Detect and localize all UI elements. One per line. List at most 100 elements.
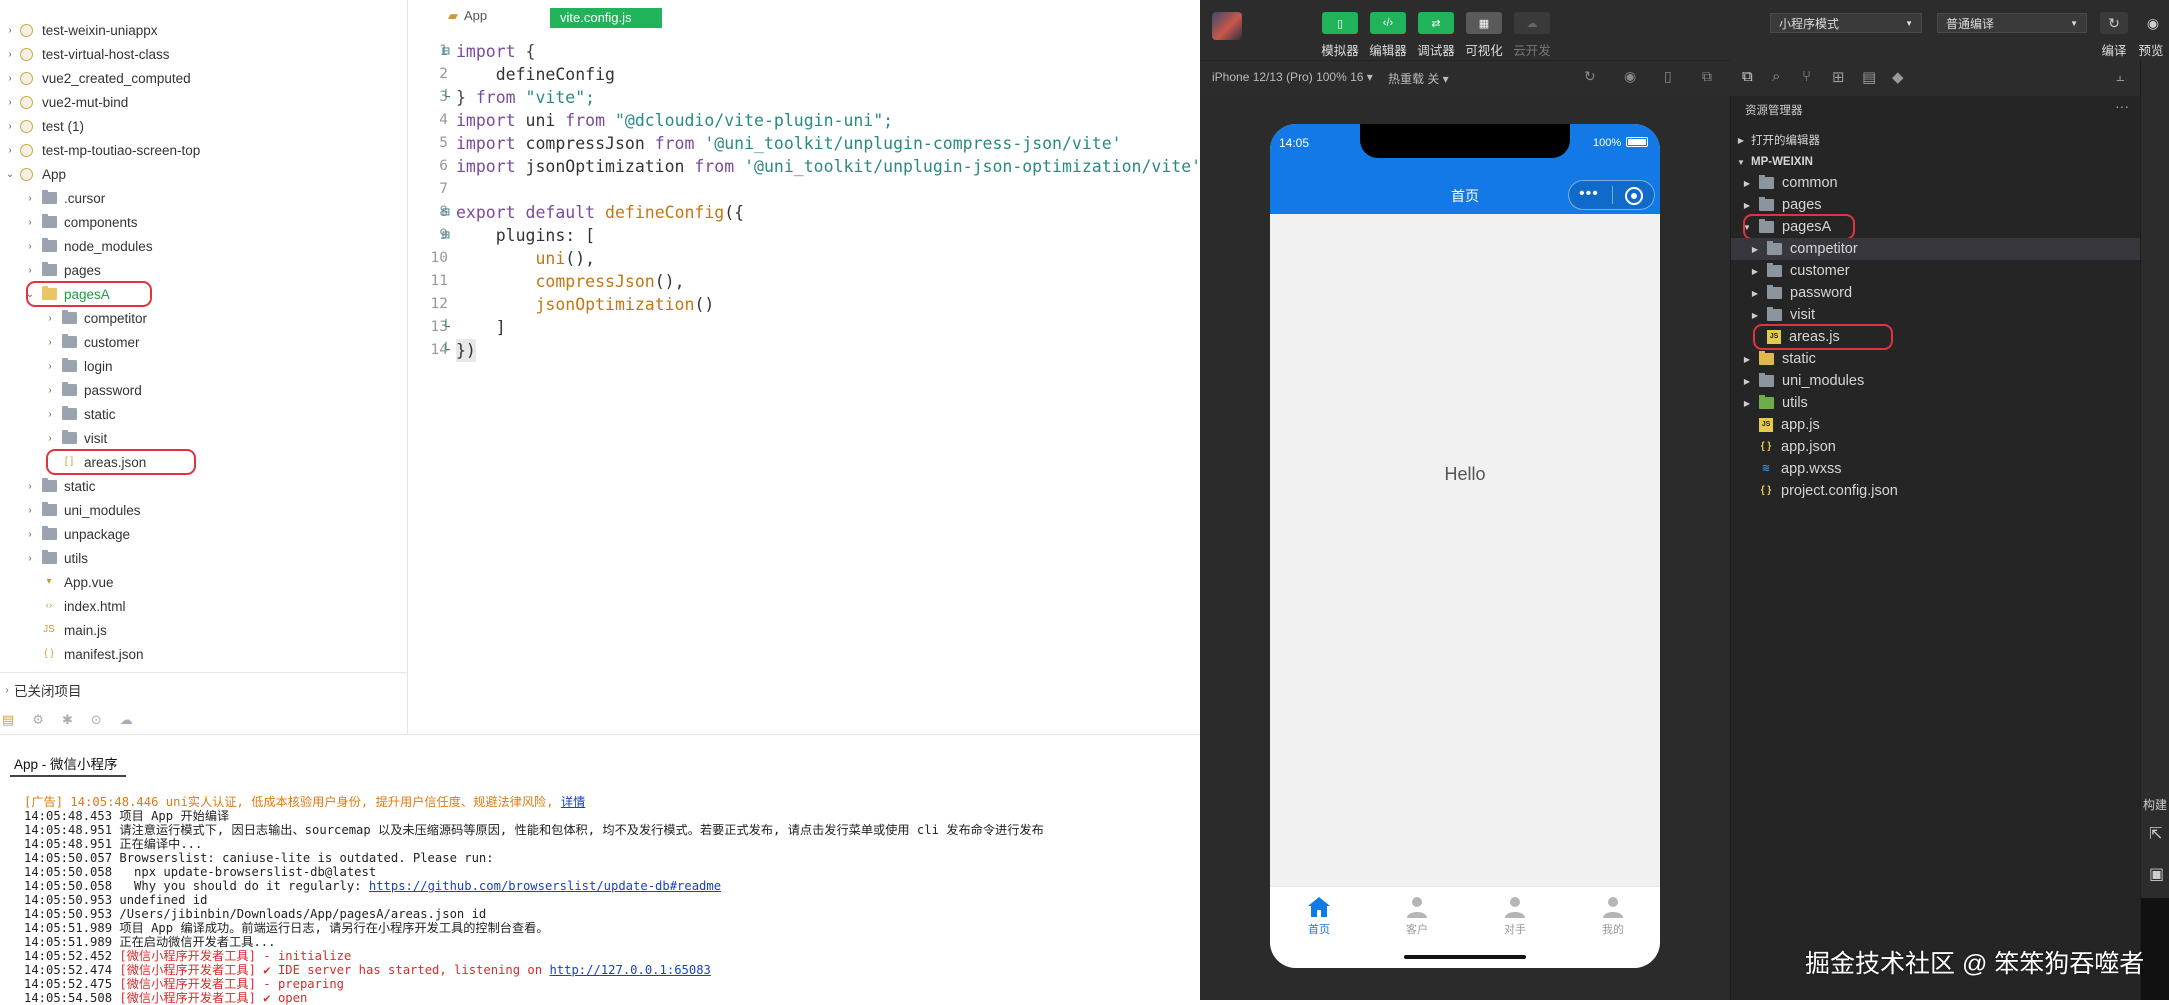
code-token: import xyxy=(456,157,516,176)
explorer-item[interactable]: ▶ utils xyxy=(1731,392,2141,414)
tree-item[interactable]: › password xyxy=(0,378,407,402)
explorer-item[interactable]: ≋ app.wxss xyxy=(1731,458,2141,480)
tree-item-label: visit xyxy=(84,430,108,446)
tab-customer[interactable]: 客户 xyxy=(1387,895,1447,937)
mode-select[interactable]: 小程序模式 ▼ xyxy=(1770,13,1922,33)
tree-item[interactable]: › node_modules xyxy=(0,234,407,258)
popout-icon[interactable]: ⧉ xyxy=(1702,68,1712,85)
explorer-item[interactable]: ▶ uni_modules xyxy=(1731,370,2141,392)
tab-mine[interactable]: 我的 xyxy=(1583,895,1643,937)
refresh-icon[interactable]: ↻ xyxy=(1584,68,1596,85)
fold-marker-icon[interactable]: └ xyxy=(442,316,450,339)
device-select[interactable]: iPhone 12/13 (Pro) 100% 16 ▾ xyxy=(1212,70,1373,84)
compile-mode-select[interactable]: 普通编译 ▼ xyxy=(1937,13,2087,33)
explorer-item[interactable]: ▶ password xyxy=(1731,282,2141,304)
avatar[interactable] xyxy=(1212,12,1242,40)
record-icon[interactable]: ◉ xyxy=(1624,68,1636,85)
log-text: 14:05:48.951 正在编译中... xyxy=(24,837,203,851)
console-tab[interactable]: App - 微信小程序 xyxy=(14,753,118,773)
code-token: from xyxy=(654,134,695,153)
tree-item[interactable]: ⌄ App xyxy=(0,162,407,186)
code-area[interactable]: 1 ⊟ import {2 defineConfig 3 └} from "vite";… xyxy=(408,40,1201,400)
fold-marker-icon[interactable]: └ xyxy=(442,339,450,362)
docker-icon[interactable]: ◆ xyxy=(1892,68,1904,86)
plugin-icon[interactable]: ⚙ xyxy=(32,712,44,728)
tree-item[interactable]: › login xyxy=(0,354,407,378)
tree-item[interactable]: ‹› index.html xyxy=(0,594,407,618)
tree-item[interactable]: { } manifest.json xyxy=(0,642,407,666)
more-icon[interactable]: ••• xyxy=(1579,185,1599,203)
tree-item[interactable]: › vue2-mut-bind xyxy=(0,90,407,114)
tree-item[interactable]: › competitor xyxy=(0,306,407,330)
tab-home[interactable]: 首页 xyxy=(1289,895,1349,937)
log-link[interactable]: 详情 xyxy=(561,795,585,809)
fold-marker-icon[interactable]: └ xyxy=(442,86,450,109)
explorer-item[interactable]: ▶ customer xyxy=(1731,260,2141,282)
explorer-item[interactable]: ▶ common xyxy=(1731,172,2141,194)
explorer-item[interactable]: ▶ visit xyxy=(1731,304,2141,326)
tab-app[interactable]: ▰ App xyxy=(448,8,487,24)
explorer-item[interactable]: ▶ competitor xyxy=(1731,238,2141,260)
cloud-icon[interactable]: ☁ xyxy=(120,712,133,728)
cloud-dev-button[interactable]: ☁ xyxy=(1514,12,1550,34)
fold-marker-icon[interactable]: ⊟ xyxy=(442,224,450,247)
debugger-toggle-button[interactable]: ⇄ xyxy=(1418,12,1454,34)
tree-item[interactable]: › components xyxy=(0,210,407,234)
tree-item[interactable]: › test-virtual-host-class xyxy=(0,42,407,66)
code-token: { xyxy=(515,42,536,61)
explorer-item[interactable]: ▶ pages xyxy=(1731,194,2141,216)
panel-icon[interactable]: ▣ xyxy=(2149,864,2164,884)
storage-icon[interactable]: ▤ xyxy=(1862,68,1876,86)
tree-item[interactable]: › static xyxy=(0,474,407,498)
tree-item[interactable]: › test-weixin-uniappx xyxy=(0,18,407,42)
tab-competitor[interactable]: 对手 xyxy=(1485,895,1545,937)
explorer-item[interactable]: { } project.config.json xyxy=(1731,480,2141,502)
explorer-item[interactable]: ▶ static xyxy=(1731,348,2141,370)
editor-toggle-button[interactable]: ‹/› xyxy=(1370,12,1406,34)
tree-item[interactable]: › uni_modules xyxy=(0,498,407,522)
project-icon[interactable]: ▤ xyxy=(2,712,14,728)
inspect-icon[interactable]: ⇱ xyxy=(2149,824,2162,844)
menu-capsule[interactable]: ••• xyxy=(1568,180,1655,210)
log-link[interactable]: http://127.0.0.1:65083 xyxy=(549,963,710,977)
extensions-icon[interactable]: ⊞ xyxy=(1832,68,1845,86)
tree-item[interactable]: › static xyxy=(0,402,407,426)
explorer-item[interactable]: JS app.js xyxy=(1731,414,2141,436)
annotation-highlight xyxy=(1743,214,1855,240)
closed-projects-row[interactable]: › 已关闭项目 xyxy=(0,672,407,707)
split-icon[interactable]: ⫠ xyxy=(2116,68,2124,85)
git-icon[interactable]: ⑂ xyxy=(1802,68,1811,85)
tree-item[interactable]: › test (1) xyxy=(0,114,407,138)
explorer-item-label: password xyxy=(1790,285,1853,301)
hot-reload-select[interactable]: 热重载 关 ▾ xyxy=(1388,70,1449,87)
tree-item[interactable]: › customer xyxy=(0,330,407,354)
tree-item[interactable]: › .cursor xyxy=(0,186,407,210)
code-text: } from "vite"; xyxy=(456,86,595,109)
close-miniprogram-icon[interactable] xyxy=(1625,187,1643,205)
tree-item[interactable]: › utils xyxy=(0,546,407,570)
tree-item[interactable]: › visit xyxy=(0,426,407,450)
log-link[interactable]: https://github.com/browserslist/update-d… xyxy=(369,879,721,893)
fold-marker-icon[interactable]: ⊟ xyxy=(442,201,450,224)
tree-item[interactable]: › pages xyxy=(0,258,407,282)
refresh-icon[interactable]: ↻ xyxy=(2100,12,2128,34)
tree-item[interactable]: › test-mp-toutiao-screen-top xyxy=(0,138,407,162)
eye-icon[interactable]: ◉ xyxy=(2139,12,2167,34)
root-folder-section[interactable]: ▼ MP-WEIXIN xyxy=(1731,151,2141,173)
tree-item[interactable]: › unpackage xyxy=(0,522,407,546)
files-icon[interactable]: ⧉ xyxy=(1742,68,1753,85)
fold-marker-icon[interactable]: ⊟ xyxy=(442,40,450,63)
visual-toggle-button[interactable]: ▦ xyxy=(1466,12,1502,34)
run-icon[interactable]: ⊙ xyxy=(91,712,102,728)
tree-item[interactable]: › vue2_created_computed xyxy=(0,66,407,90)
bug-icon[interactable]: ✱ xyxy=(62,712,73,728)
simulator-toggle-button[interactable]: ▯ xyxy=(1322,12,1358,34)
tree-item[interactable]: ▾ App.vue xyxy=(0,570,407,594)
device-icon[interactable]: ▯ xyxy=(1664,68,1672,85)
more-icon[interactable]: ··· xyxy=(2115,98,2129,114)
explorer-item[interactable]: { } app.json xyxy=(1731,436,2141,458)
tree-item[interactable]: JS main.js xyxy=(0,618,407,642)
open-editors-section[interactable]: ▶ 打开的编辑器 xyxy=(1731,129,2141,151)
search-icon[interactable]: ⌕ xyxy=(1772,68,1780,85)
tab-vite-config[interactable]: vite.config.js xyxy=(550,8,662,28)
